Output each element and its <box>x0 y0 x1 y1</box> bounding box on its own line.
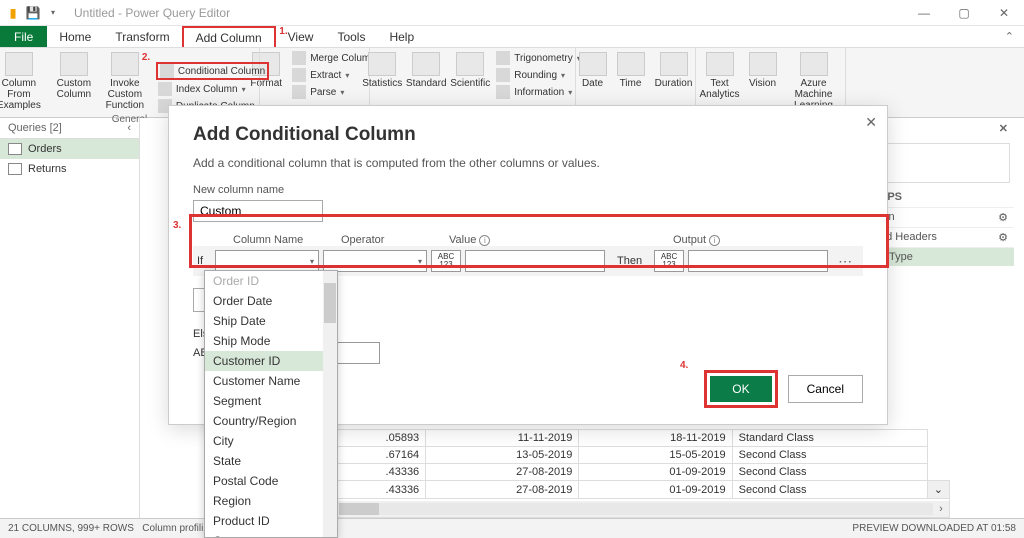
close-button[interactable]: ✕ <box>984 0 1024 26</box>
query-item-returns[interactable]: Returns <box>0 159 139 179</box>
dropdown-option[interactable]: Order ID <box>205 271 337 291</box>
table-row[interactable]: 20.4333627-08-201901-09-2019Second Class… <box>291 481 950 499</box>
dropdown-option[interactable]: Product ID <box>205 511 337 531</box>
then-label: Then <box>609 255 650 267</box>
standard-button[interactable]: Standard <box>406 50 446 105</box>
dropdown-option[interactable]: Customer ID <box>205 351 337 371</box>
dropdown-option[interactable]: State <box>205 451 337 471</box>
save-icon[interactable]: 💾 <box>24 4 42 22</box>
table-icon <box>8 163 22 175</box>
rounding-button[interactable]: Rounding▾ <box>494 67 583 83</box>
header-value: Value <box>449 234 476 246</box>
custom-column-button[interactable]: Custom Column <box>52 50 96 114</box>
statistics-button[interactable]: Statistics <box>362 50 402 105</box>
status-preview-time: PREVIEW DOWNLOADED AT 01:58 <box>852 523 1016 534</box>
new-column-name-input[interactable] <box>193 200 323 222</box>
title-bar: ▮ 💾 ▾ Untitled - Power Query Editor — ▢ … <box>0 0 1024 26</box>
horizontal-scrollbar[interactable]: ‹› <box>323 501 949 517</box>
annotation-2: 2. <box>142 52 255 63</box>
table-row[interactable]: 17.0589311-11-201918-11-2019Standard Cla… <box>291 430 950 447</box>
dropdown-option[interactable]: Region <box>205 491 337 511</box>
tab-tools[interactable]: Tools <box>325 26 377 47</box>
table-icon <box>8 143 22 155</box>
applied-steps-header: EPS <box>874 187 1014 207</box>
dropdown-option[interactable]: Order Date <box>205 291 337 311</box>
date-button[interactable]: Date <box>576 50 610 105</box>
minimize-button[interactable]: — <box>904 0 944 26</box>
column-from-examples-button[interactable]: Column From Examples <box>0 50 48 114</box>
new-column-name-label: New column name <box>193 184 863 196</box>
table-row[interactable]: 19.4333627-08-201901-09-2019Second Class <box>291 464 950 481</box>
tab-help[interactable]: Help <box>377 26 426 47</box>
dropdown-option[interactable]: Ship Date <box>205 311 337 331</box>
ribbon-collapse-icon[interactable]: ⌃ <box>995 26 1024 47</box>
maximize-button[interactable]: ▢ <box>944 0 984 26</box>
dialog-title: Add Conditional Column <box>193 124 863 146</box>
value-type-button[interactable]: ABC123 <box>431 250 461 272</box>
output-type-button[interactable]: ABC123 <box>654 250 684 272</box>
ribbon-tabs: File Home Transform Add Column 1. View T… <box>0 26 1024 48</box>
trigonometry-button[interactable]: Trigonometry▾ <box>494 50 583 66</box>
qat-dropdown-icon[interactable]: ▾ <box>44 4 62 22</box>
if-label: If <box>197 255 211 267</box>
dropdown-option[interactable]: Segment <box>205 391 337 411</box>
tab-home[interactable]: Home <box>47 26 103 47</box>
dropdown-option[interactable]: Postal Code <box>205 471 337 491</box>
information-button[interactable]: Information▾ <box>494 84 583 100</box>
header-output: Output <box>673 234 706 246</box>
output-input[interactable] <box>688 250 828 272</box>
dropdown-option[interactable]: City <box>205 431 337 451</box>
dropdown-option[interactable]: Ship Mode <box>205 331 337 351</box>
annotation-4: 4. <box>680 360 688 371</box>
status-columns-rows: 21 COLUMNS, 999+ ROWS <box>8 523 134 534</box>
header-column-name: Column Name <box>233 234 341 246</box>
annotation-box-4: OK <box>704 370 777 408</box>
index-column-button[interactable]: Index Column▾ <box>156 81 269 97</box>
table-row[interactable]: 18.6716413-05-201915-05-2019Second Class <box>291 447 950 464</box>
status-bar: 21 COLUMNS, 999+ ROWS Column profiling b… <box>0 518 1024 538</box>
dialog-description: Add a conditional column that is compute… <box>193 156 863 170</box>
tab-file[interactable]: File <box>0 26 47 47</box>
column-name-combo[interactable]: ▾ <box>215 250 319 272</box>
window-title: Untitled - Power Query Editor <box>74 6 230 20</box>
annotation-1: 1. <box>279 26 287 37</box>
tab-add-column[interactable]: Add Column 1. <box>182 26 276 47</box>
vision-button[interactable]: Vision <box>746 50 780 111</box>
tab-add-column-label: Add Column <box>196 31 262 45</box>
app-icon: ▮ <box>4 4 22 22</box>
value-input[interactable] <box>465 250 605 272</box>
applied-step[interactable]: ion⚙ <box>874 207 1014 227</box>
text-analytics-button[interactable]: Text Analytics <box>698 50 742 111</box>
operator-combo[interactable]: ▾ <box>323 250 427 272</box>
applied-step[interactable]: ed Headers⚙ <box>874 227 1014 247</box>
dropdown-option[interactable]: Customer Name <box>205 371 337 391</box>
header-operator: Operator <box>341 234 449 246</box>
dropdown-option[interactable]: Country/Region <box>205 411 337 431</box>
query-item-orders[interactable]: Orders <box>0 139 139 159</box>
duration-button[interactable]: Duration <box>652 50 696 105</box>
annotation-3: 3. <box>173 220 181 231</box>
info-icon: i <box>479 235 490 246</box>
info-icon: i <box>709 235 720 246</box>
ok-button[interactable]: OK <box>710 376 771 402</box>
close-settings-icon[interactable]: ✕ <box>999 122 1008 135</box>
data-table: 17.0589311-11-201918-11-2019Standard Cla… <box>290 429 1014 518</box>
dropdown-scrollbar[interactable] <box>323 271 337 537</box>
queries-header: Queries [2] <box>8 122 62 134</box>
queries-pane: Queries [2] ‹ Orders Returns <box>0 118 140 518</box>
more-options-icon[interactable]: ⋯ <box>832 253 852 270</box>
applied-step[interactable]: d Type <box>874 247 1014 266</box>
scientific-button[interactable]: Scientific <box>450 50 490 105</box>
dialog-close-icon[interactable]: ✕ <box>865 114 877 131</box>
azure-ml-button[interactable]: Azure Machine Learning <box>784 50 844 111</box>
cancel-button[interactable]: Cancel <box>788 375 863 403</box>
dropdown-option[interactable]: Category <box>205 531 337 538</box>
tab-transform[interactable]: Transform <box>103 26 181 47</box>
column-name-dropdown: Order IDOrder DateShip DateShip ModeCust… <box>204 270 338 538</box>
time-button[interactable]: Time <box>614 50 648 105</box>
conditional-column-button[interactable]: Conditional Column <box>156 62 269 80</box>
query-settings-pane: S✕ EPS ion⚙ ed Headers⚙ d Type <box>874 118 1014 266</box>
